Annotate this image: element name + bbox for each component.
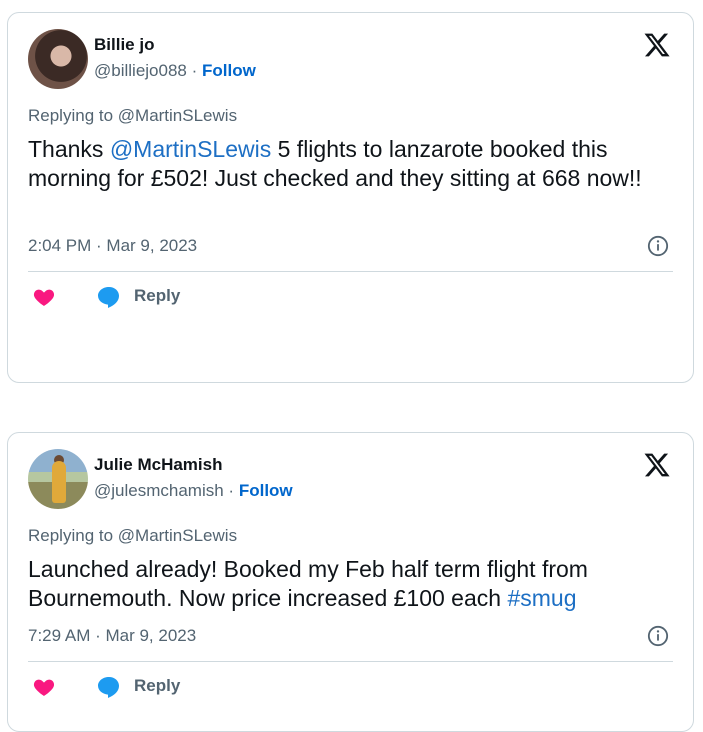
author-name[interactable]: Julie McHamish [94, 455, 223, 475]
divider [28, 271, 673, 272]
author-name[interactable]: Billie jo [94, 35, 154, 55]
divider [28, 661, 673, 662]
mention-link[interactable]: @MartinSLewis [110, 136, 271, 162]
x-logo-icon[interactable] [643, 451, 671, 479]
avatar[interactable] [28, 29, 88, 89]
tweet-text-part: Launched already! Booked my Feb half ter… [28, 556, 588, 611]
info-icon[interactable] [647, 625, 669, 647]
author-handle[interactable]: @billiejo088 [94, 61, 187, 80]
replying-to[interactable]: Replying to @MartinSLewis [28, 106, 237, 126]
tweet-text: Thanks @MartinSLewis 5 flights to lanzar… [28, 135, 668, 193]
follow-button[interactable]: Follow [239, 481, 293, 500]
tweet-text-part: Thanks [28, 136, 110, 162]
follow-button[interactable]: Follow [202, 61, 256, 80]
author-handle[interactable]: @julesmchamish [94, 481, 224, 500]
timestamp[interactable]: 2:04 PM · Mar 9, 2023 [28, 236, 197, 256]
tweet-card: Julie McHamish @julesmchamish · Follow R… [7, 432, 694, 732]
avatar[interactable] [28, 449, 88, 509]
speech-bubble-icon[interactable] [96, 675, 122, 699]
info-icon[interactable] [647, 235, 669, 257]
tweet-text: Launched already! Booked my Feb half ter… [28, 555, 668, 613]
x-logo-icon[interactable] [643, 31, 671, 59]
avatar-figure-body [52, 461, 66, 503]
author-handle-line: @julesmchamish · Follow [94, 481, 293, 501]
reply-button[interactable]: Reply [134, 676, 180, 696]
reply-button[interactable]: Reply [134, 286, 180, 306]
heart-icon[interactable] [32, 285, 56, 309]
timestamp[interactable]: 7:29 AM · Mar 9, 2023 [28, 626, 196, 646]
speech-bubble-icon[interactable] [96, 285, 122, 309]
heart-icon[interactable] [32, 675, 56, 699]
tweet-card: Billie jo @billiejo088 · Follow Replying… [7, 12, 694, 383]
replying-to[interactable]: Replying to @MartinSLewis [28, 526, 237, 546]
author-handle-line: @billiejo088 · Follow [94, 61, 256, 81]
separator: · [228, 481, 235, 500]
hashtag-link[interactable]: #smug [507, 585, 576, 611]
separator: · [191, 61, 198, 80]
